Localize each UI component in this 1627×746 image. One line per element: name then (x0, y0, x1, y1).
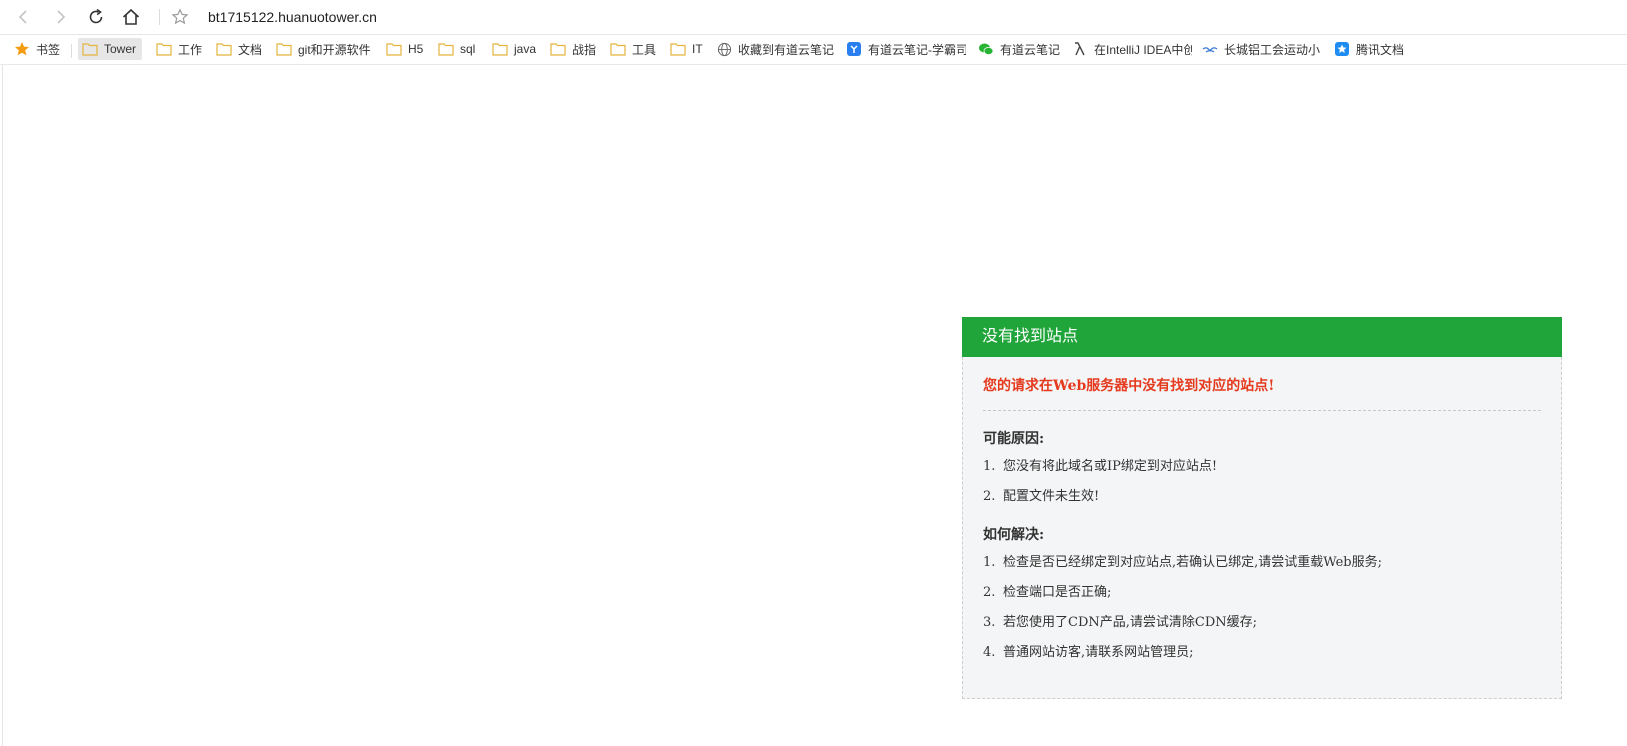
bookmark-label: 有道云笔记 (1000, 42, 1061, 57)
reload-button[interactable] (84, 5, 108, 29)
bird-icon (1202, 41, 1218, 57)
error-body: 您的请求在Web服务器中没有找到对应的站点! 可能原因: 1. 您没有将此域名或I… (983, 358, 1541, 668)
folder-icon (82, 41, 98, 57)
bookmark-folder-git[interactable]: git和开源软件 (276, 38, 371, 60)
list-item: 1. 您没有将此域名或IP绑定到对应站点! (983, 459, 1218, 474)
error-title: 没有找到站点 (962, 317, 1562, 357)
bookmark-label: 腾讯文档 (1356, 42, 1405, 57)
bookmark-youdao-note[interactable]: 有道云笔记 (978, 38, 1060, 60)
error-message: 您的请求在Web服务器中没有找到对应的站点! (983, 378, 1275, 394)
folder-icon (156, 41, 172, 57)
bookmark-label: 有道云笔记-学霸司 (868, 42, 966, 57)
bookmark-youdao-save[interactable]: 收藏到有道云笔记 (716, 38, 834, 60)
bookmark-label: sql (460, 42, 476, 56)
bookmark-folder-sql[interactable]: sql (438, 38, 475, 60)
bookmark-star-button[interactable] (168, 5, 192, 29)
globe-icon (716, 41, 732, 57)
url-field[interactable]: bt1715122.huanuotower.cn (208, 8, 377, 26)
home-icon (122, 8, 140, 25)
bookmark-folder-tools[interactable]: 工具 (610, 38, 656, 60)
youdao-icon (846, 41, 862, 57)
bookmark-item-bookmarks[interactable]: 书签 (14, 38, 60, 60)
bookmark-label: IT (692, 42, 703, 56)
folder-icon (610, 41, 626, 57)
solutions-title: 如何解决: (983, 527, 1045, 543)
list-item: 3. 若您使用了CDN产品,请尝试清除CDN缓存; (983, 615, 1258, 630)
reasons-title: 可能原因: (983, 431, 1045, 447)
bookmark-intellij-idea[interactable]: 在IntelliJ IDEA中创 (1072, 38, 1192, 60)
browser-window: bt1715122.huanuotower.cn 书签 Tower 工作 文档 … (0, 0, 1627, 746)
folder-icon (550, 41, 566, 57)
bookmark-label: 在IntelliJ IDEA中创 (1094, 42, 1192, 57)
folder-icon (670, 41, 686, 57)
bookmark-label: 工具 (632, 42, 657, 57)
list-item: 2. 检查端口是否正确; (983, 585, 1112, 600)
bookmark-label: 书签 (36, 42, 61, 57)
bookmark-label: 文档 (238, 42, 263, 57)
address-bar: bt1715122.huanuotower.cn (0, 0, 1627, 35)
bookmark-union-sports[interactable]: 长城铝工会运动小 (1202, 38, 1324, 60)
bookmark-label: java (514, 42, 537, 56)
bookmarks-bar: 书签 Tower 工作 文档 git和开源软件 H5 sql java 战指 工… (0, 35, 1627, 65)
folder-icon (386, 41, 402, 57)
bookmark-tencent-docs[interactable]: 腾讯文档 (1334, 38, 1404, 60)
list-item: 4. 普通网站访客,请联系网站管理员; (983, 645, 1194, 660)
bookmark-folder-h5[interactable]: H5 (386, 38, 423, 60)
list-item: 2. 配置文件未生效! (983, 489, 1100, 504)
list-item: 1. 检查是否已经绑定到对应站点,若确认已绑定,请尝试重载Web服务; (983, 555, 1382, 570)
reasons-list: 1. 您没有将此域名或IP绑定到对应站点! 2. 配置文件未生效! (983, 452, 1541, 512)
folder-icon (438, 41, 454, 57)
bookmark-label: 收藏到有道云笔记 (738, 42, 835, 57)
bookmark-label: 工作 (178, 42, 203, 57)
home-button[interactable] (119, 5, 143, 29)
bookmark-folder-zhanzhi[interactable]: 战指 (550, 38, 596, 60)
wechat-icon (978, 41, 994, 57)
bookmark-youdao-note-xueba[interactable]: 有道云笔记-学霸司 (846, 38, 966, 60)
bookmarks-separator (71, 44, 72, 58)
tencent-docs-icon (1334, 41, 1350, 57)
bookmark-label: Tower (104, 42, 137, 56)
bookmark-folder-it[interactable]: IT (670, 38, 703, 60)
folder-icon (492, 41, 508, 57)
chevron-right-icon (57, 10, 66, 24)
bookmark-folder-work[interactable]: 工作 (156, 38, 202, 60)
bookmark-folder-docs[interactable]: 文档 (216, 38, 262, 60)
folder-icon (216, 41, 232, 57)
solutions-list: 1. 检查是否已经绑定到对应站点,若确认已绑定,请尝试重载Web服务; 2. 检查端… (983, 548, 1541, 668)
folder-icon (276, 41, 292, 57)
bookmark-label: 战指 (572, 42, 597, 57)
lambda-icon (1072, 41, 1088, 57)
window-edge (2, 65, 3, 746)
toolbar-separator (159, 9, 160, 25)
star-icon (14, 41, 30, 57)
back-button[interactable] (12, 5, 36, 29)
bookmark-label: 长城铝工会运动小 (1224, 42, 1321, 57)
reload-icon (89, 8, 103, 24)
bookmark-folder-java[interactable]: java (492, 38, 536, 60)
divider (983, 410, 1541, 411)
chevron-left-icon (18, 10, 27, 24)
bookmark-folder-tower[interactable]: Tower (78, 38, 143, 60)
star-outline-icon (171, 8, 189, 25)
bookmark-label: git和开源软件 (298, 42, 371, 57)
forward-button[interactable] (48, 5, 72, 29)
bookmark-label: H5 (408, 42, 424, 56)
error-panel: 没有找到站点 您的请求在Web服务器中没有找到对应的站点! 可能原因: 1. 您没… (962, 317, 1562, 699)
